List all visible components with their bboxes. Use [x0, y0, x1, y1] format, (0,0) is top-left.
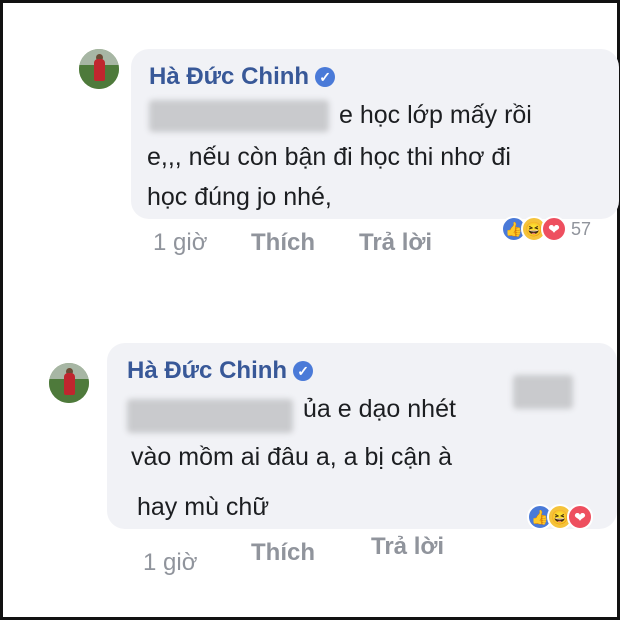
reply-button[interactable]: Trả lời — [371, 533, 444, 561]
reactions-summary[interactable]: 👍 😆 ❤ — [527, 503, 593, 531]
love-icon: ❤ — [567, 504, 593, 530]
author-name[interactable]: Hà Đức Chinh — [127, 357, 287, 384]
reactions-summary[interactable]: 👍 😆 ❤ 57 — [501, 215, 591, 243]
like-button[interactable]: Thích — [251, 229, 315, 257]
comment-text-line: học đúng jo nhé, — [147, 183, 332, 211]
reaction-count: 57 — [571, 218, 592, 239]
blurred-word — [513, 375, 573, 409]
author-name[interactable]: Hà Đức Chinh — [149, 63, 309, 90]
comment-text-line: e học lớp mấy rồi — [339, 101, 532, 129]
comment-text-line: vào mồm ai đâu a, a bị cận à — [131, 443, 453, 471]
comment-time[interactable]: 1 giờ — [153, 229, 207, 257]
comment-text-line: e,,, nếu còn bận đi học thi nhơ đi — [147, 143, 511, 171]
avatar[interactable] — [79, 49, 119, 89]
comment-text-line: ủa e dạo nhét — [303, 395, 456, 423]
like-button[interactable]: Thích — [251, 539, 315, 567]
verified-badge-icon: ✓ — [293, 361, 314, 381]
blurred-mention — [127, 399, 293, 433]
love-icon: ❤ — [541, 216, 567, 242]
avatar[interactable] — [49, 363, 89, 403]
blurred-mention — [149, 100, 329, 132]
verified-badge-icon: ✓ — [315, 67, 336, 87]
comment-author[interactable]: Hà Đức Chinh ✓ — [127, 357, 314, 385]
comment-author[interactable]: Hà Đức Chinh ✓ — [149, 63, 336, 91]
reply-button[interactable]: Trả lời — [359, 229, 432, 257]
comment-time[interactable]: 1 giờ — [143, 549, 197, 577]
comment-text-line: hay mù chữ — [137, 493, 270, 521]
screenshot-frame: Hà Đức Chinh ✓ e học lớp mấy rồi e,,, nếu… — [0, 0, 620, 620]
